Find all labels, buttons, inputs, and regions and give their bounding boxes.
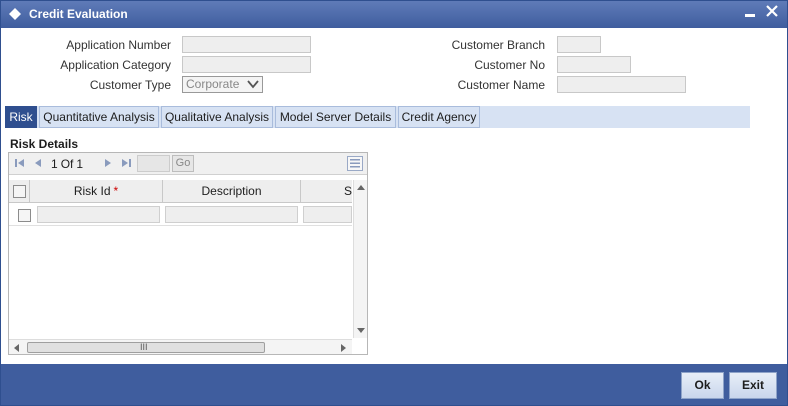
customer-type-select[interactable]: Corporate bbox=[182, 76, 263, 93]
scroll-grip: III bbox=[140, 342, 148, 352]
application-category-label: Application Category bbox=[60, 58, 171, 72]
application-number-label: Application Number bbox=[66, 38, 171, 52]
column-header-description[interactable]: Description bbox=[163, 180, 301, 203]
total-pages: 1 bbox=[76, 157, 84, 171]
row-checkbox[interactable] bbox=[18, 209, 31, 222]
horizontal-scroll-thumb[interactable]: III bbox=[27, 342, 265, 353]
diamond-icon bbox=[9, 8, 21, 20]
chevron-down-icon bbox=[247, 80, 259, 89]
list-view-icon[interactable] bbox=[347, 156, 363, 171]
customer-branch-label: Customer Branch bbox=[451, 38, 545, 52]
go-button[interactable]: Go bbox=[172, 155, 194, 172]
s-cell[interactable] bbox=[303, 206, 352, 223]
customer-name-label: Customer Name bbox=[457, 78, 545, 92]
application-category-field[interactable] bbox=[182, 56, 311, 73]
minimize-icon bbox=[745, 14, 755, 17]
customer-no-field[interactable] bbox=[557, 56, 631, 73]
scroll-left-icon[interactable] bbox=[11, 342, 23, 354]
risk-details-grid: 1 Of 1 Go Risk Id * Description S III bbox=[8, 152, 368, 355]
window-title: Credit Evaluation bbox=[29, 7, 128, 21]
close-button[interactable] bbox=[763, 4, 781, 22]
customer-name-field[interactable] bbox=[557, 76, 686, 93]
column-header-s[interactable]: S bbox=[301, 180, 352, 203]
scroll-up-icon[interactable] bbox=[355, 182, 367, 194]
title-bar: Credit Evaluation bbox=[1, 1, 787, 28]
horizontal-scrollbar[interactable]: III bbox=[9, 339, 352, 354]
scroll-right-icon[interactable] bbox=[337, 342, 349, 354]
risk-id-cell[interactable] bbox=[37, 206, 160, 223]
close-icon bbox=[766, 5, 778, 17]
first-page-icon[interactable] bbox=[13, 156, 27, 170]
grid-header: Risk Id * Description S bbox=[9, 180, 352, 203]
vertical-scrollbar[interactable] bbox=[353, 180, 367, 338]
tab-quantitative-analysis[interactable]: Quantitative Analysis bbox=[39, 106, 159, 128]
required-marker: * bbox=[113, 184, 119, 198]
minimize-button[interactable] bbox=[741, 4, 759, 22]
tab-bar: Risk Quantitative Analysis Qualitative A… bbox=[5, 106, 750, 128]
application-number-field[interactable] bbox=[182, 36, 311, 53]
pager: 1 Of 1 bbox=[51, 157, 86, 171]
scroll-down-icon[interactable] bbox=[355, 324, 367, 336]
exit-button[interactable]: Exit bbox=[729, 372, 777, 399]
table-row bbox=[9, 204, 352, 226]
previous-page-icon[interactable] bbox=[31, 156, 45, 170]
footer-bar: Ok Exit bbox=[1, 364, 787, 405]
tab-risk[interactable]: Risk bbox=[5, 106, 37, 128]
goto-page-input[interactable] bbox=[137, 155, 170, 172]
customer-branch-field[interactable] bbox=[557, 36, 601, 53]
last-page-icon[interactable] bbox=[119, 156, 133, 170]
customer-type-label: Customer Type bbox=[89, 78, 171, 92]
tab-model-server-details[interactable]: Model Server Details bbox=[275, 106, 396, 128]
risk-details-title: Risk Details bbox=[10, 137, 79, 151]
column-header-risk-id[interactable]: Risk Id * bbox=[30, 180, 163, 203]
select-all-cell bbox=[9, 180, 30, 203]
customer-no-label: Customer No bbox=[474, 58, 545, 72]
description-cell[interactable] bbox=[165, 206, 298, 223]
tab-credit-agency[interactable]: Credit Agency bbox=[398, 106, 480, 128]
current-page: 1 bbox=[51, 157, 58, 171]
risk-id-header-label: Risk Id bbox=[73, 184, 111, 198]
customer-type-value: Corporate bbox=[186, 77, 240, 91]
credit-evaluation-window: Credit Evaluation Application Number App… bbox=[0, 0, 788, 406]
next-page-icon[interactable] bbox=[101, 156, 115, 170]
grid-toolbar: 1 Of 1 Go bbox=[9, 153, 367, 175]
page-of-label: Of bbox=[60, 157, 74, 171]
select-all-checkbox[interactable] bbox=[13, 185, 26, 198]
ok-button[interactable]: Ok bbox=[681, 372, 724, 399]
tab-qualitative-analysis[interactable]: Qualitative Analysis bbox=[161, 106, 273, 128]
